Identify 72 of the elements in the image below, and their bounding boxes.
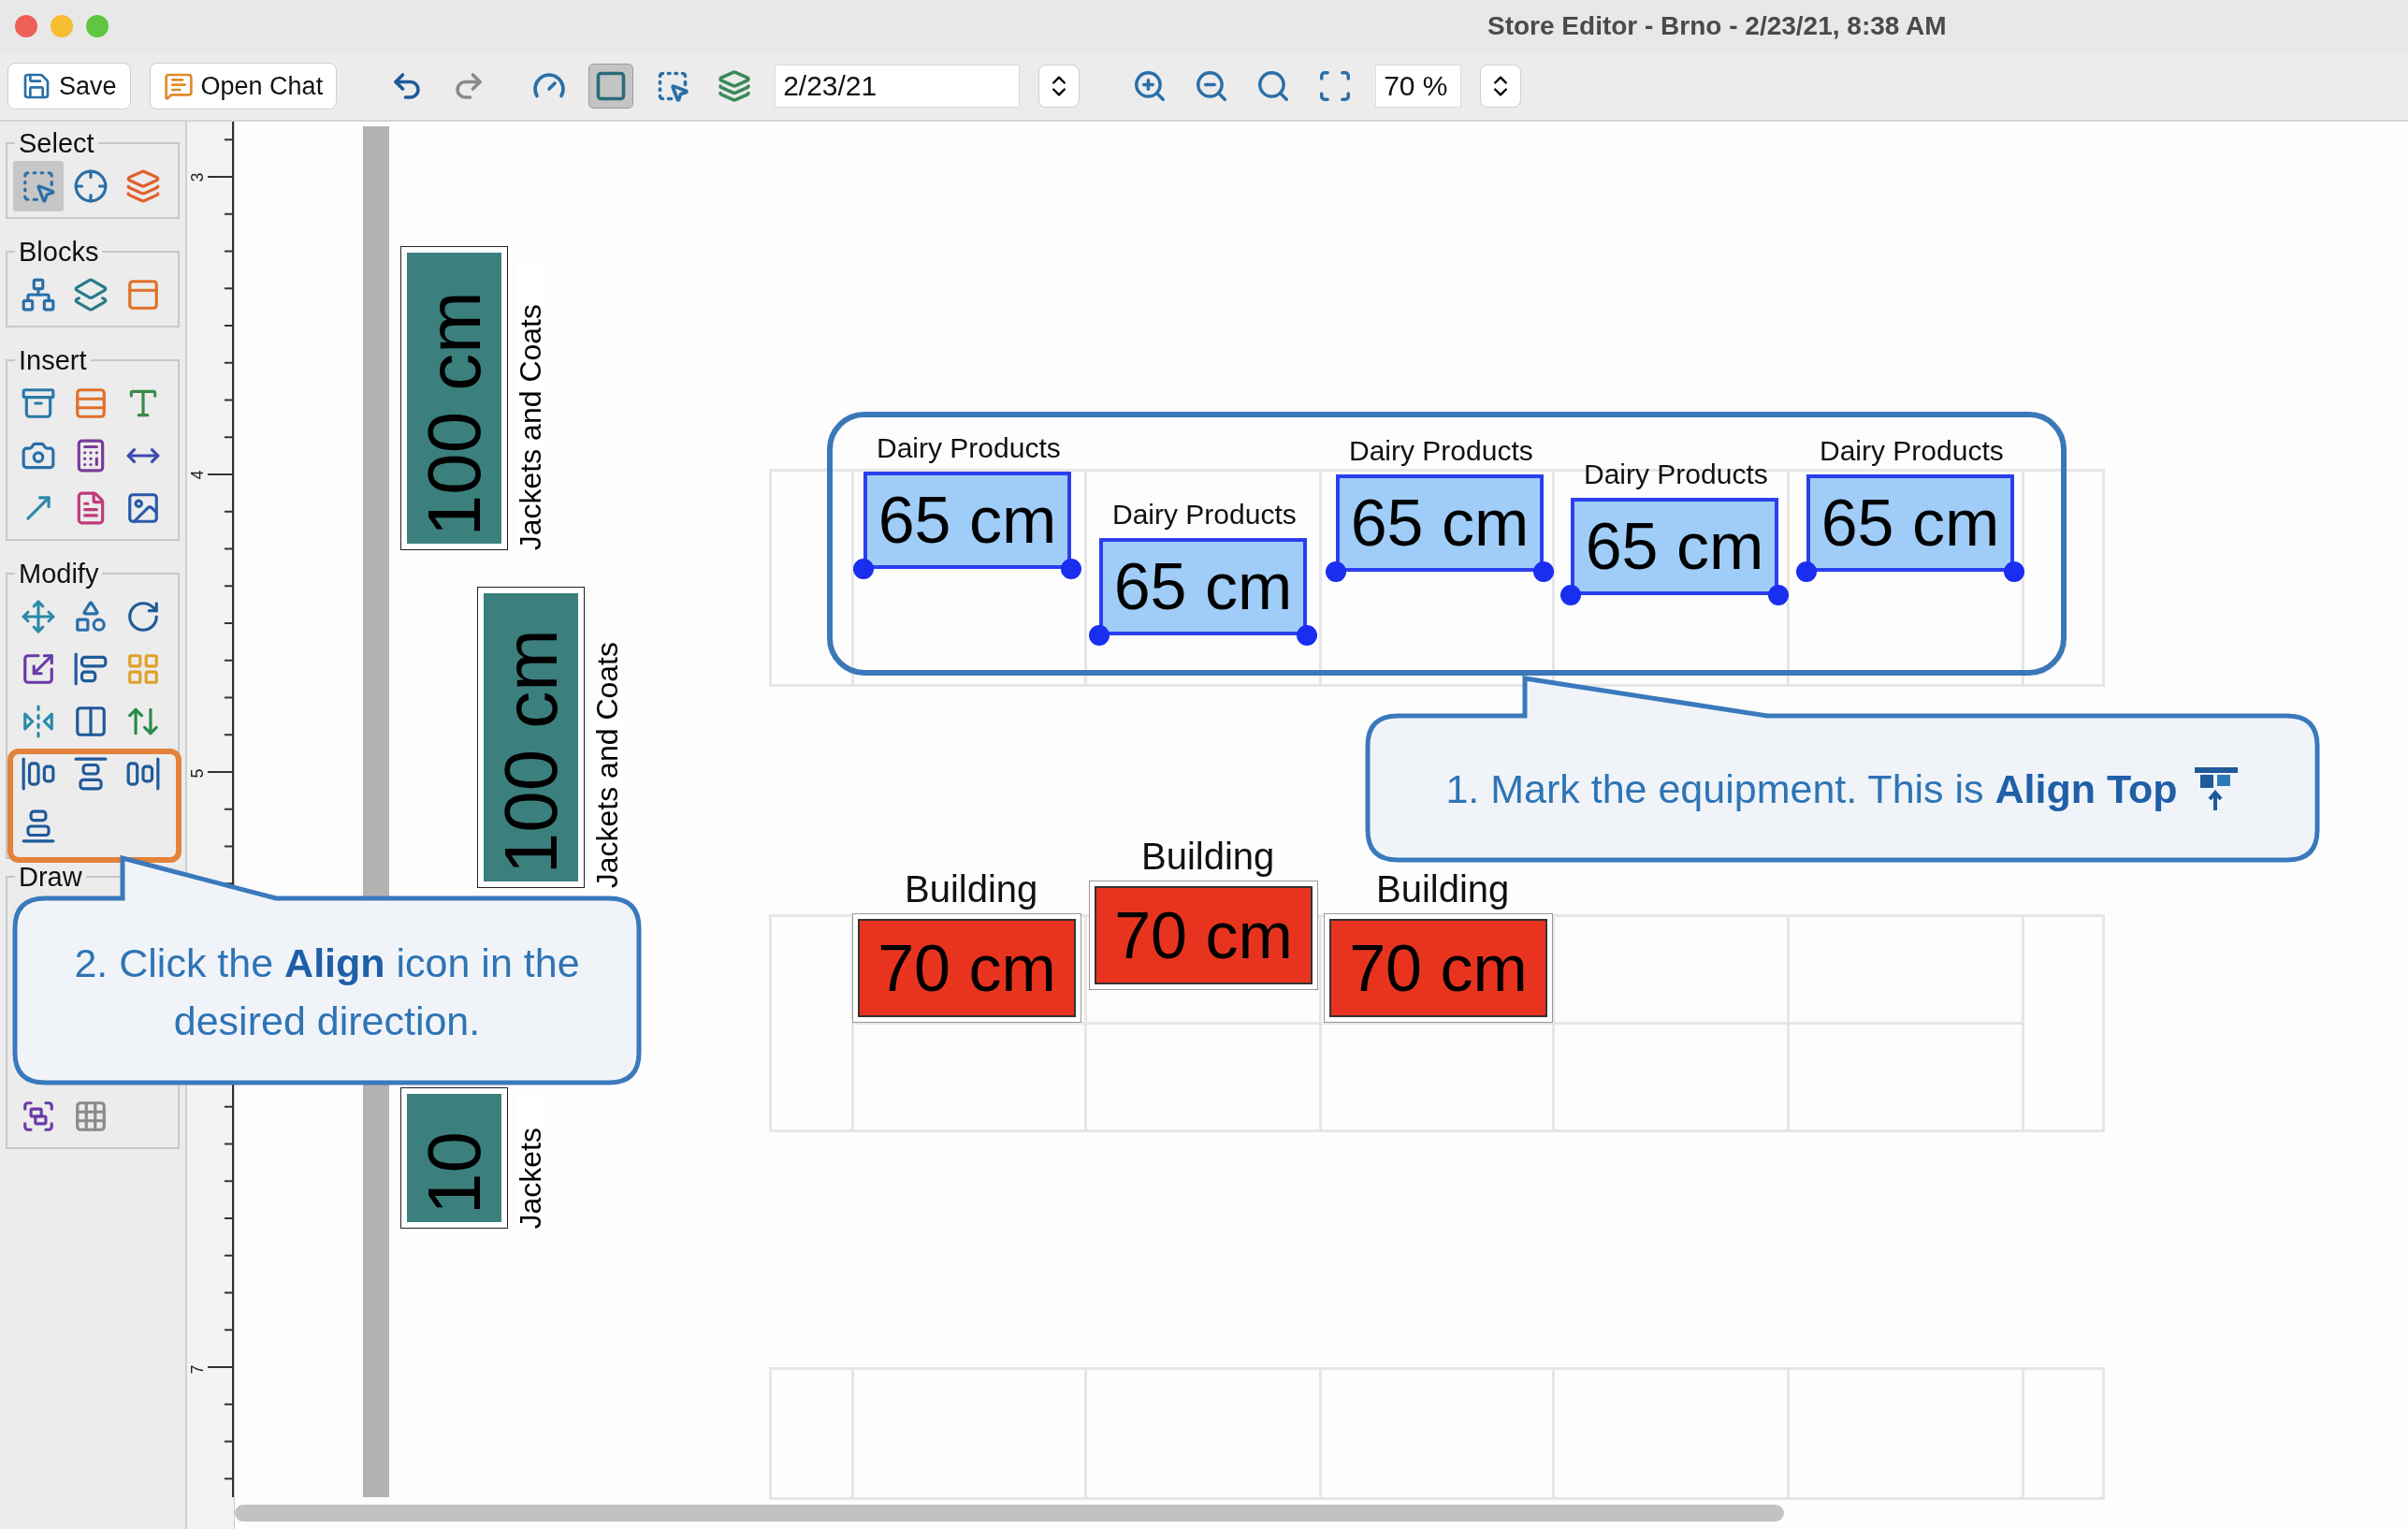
selection-handle[interactable] (1089, 625, 1110, 646)
window-title: Store Editor - Brno - 2/23/21, 8:38 AM (1487, 11, 1947, 41)
cabinet-icon (21, 386, 56, 421)
toolbar-button[interactable] (589, 65, 633, 108)
shelf-item[interactable]: 65 cm (1336, 474, 1544, 572)
ruler-label: 5 (187, 768, 208, 779)
rotate-icon (125, 599, 161, 634)
network-icon (21, 277, 56, 313)
item-label: Dairy Products (1112, 499, 1297, 531)
horizontal-scrollbar[interactable] (235, 1505, 1784, 1522)
item-label: Dairy Products (877, 432, 1061, 464)
ruler-label: 7 (187, 1364, 208, 1375)
selection-handle[interactable] (1326, 561, 1346, 582)
grid-icon (125, 651, 161, 687)
item-label: Dairy Products (1820, 435, 2004, 467)
chat-icon (163, 71, 194, 101)
item-label: Building (1376, 868, 1510, 910)
date-field[interactable]: 2/23/21 (775, 65, 1021, 108)
layers-icon (718, 69, 752, 103)
align-left-icon (73, 651, 109, 687)
align-bottom-icon (21, 808, 56, 844)
selection-handle[interactable] (1061, 559, 1081, 579)
shelf-size: 100 cm (493, 628, 569, 874)
shelf-label: Jackets and Coats (592, 641, 622, 888)
shelf-item[interactable]: 65 cm (1099, 538, 1307, 635)
open-chat-button[interactable]: Open Chat (149, 63, 338, 109)
close-window-button[interactable] (15, 15, 37, 37)
stepper-button[interactable] (1480, 65, 1522, 108)
selection-handle[interactable] (2004, 561, 2024, 582)
flip-icon (21, 704, 56, 739)
pointer-selection-icon (21, 168, 56, 204)
scaling-icon (21, 651, 56, 687)
callout-text: 2. Click the Align icon in the desired direction. (73, 939, 581, 1045)
pointer-selection-icon (656, 69, 690, 103)
save-button[interactable]: Save (7, 63, 131, 109)
callout-text: 1. Mark the equipment. This is Align Top (1445, 766, 2178, 812)
align-right-icon (125, 756, 161, 792)
shelf-item[interactable]: 65 cm (1571, 498, 1778, 595)
crosshair-icon (73, 168, 109, 204)
move-icon (21, 599, 56, 634)
stepper-button[interactable] (1038, 65, 1081, 108)
shelf-size: 100 cm (416, 290, 492, 536)
shelf-label: Jackets (515, 1127, 545, 1229)
item-label: Dairy Products (1349, 435, 1533, 467)
group-icon (21, 1099, 56, 1134)
shapes-icon (73, 599, 109, 634)
tool-button[interactable] (13, 161, 64, 211)
rows-icon (73, 386, 109, 421)
shelf-item[interactable]: 65 cm (863, 472, 1071, 569)
selection-handle[interactable] (1796, 561, 1817, 582)
selection-handle[interactable] (1560, 585, 1581, 605)
selection-handle[interactable] (1297, 625, 1317, 646)
ruler-label: 3 (187, 172, 208, 182)
shelf-size: 10 (416, 1131, 492, 1215)
align-top-icon (73, 756, 109, 792)
selection-handle[interactable] (1768, 585, 1789, 605)
shelf-label: Jackets and Coats (515, 303, 545, 550)
item-label: Dairy Products (1584, 459, 1768, 490)
image-icon (125, 490, 161, 526)
layers-icon (125, 168, 161, 204)
ruler-label: 4 (187, 470, 208, 480)
item-label: Building (1141, 836, 1275, 878)
columns-icon (73, 704, 109, 739)
selection-handle[interactable] (853, 559, 874, 579)
layers-icon (73, 277, 109, 313)
panel-icon (125, 277, 161, 313)
grid-icon (73, 1099, 109, 1134)
selection-handle[interactable] (1533, 561, 1554, 582)
shelf-item[interactable]: 65 cm (1806, 474, 2014, 572)
align-left-icon (21, 756, 56, 792)
item-label: Building (905, 868, 1038, 910)
zoom-field[interactable]: 70 % (1375, 65, 1462, 108)
